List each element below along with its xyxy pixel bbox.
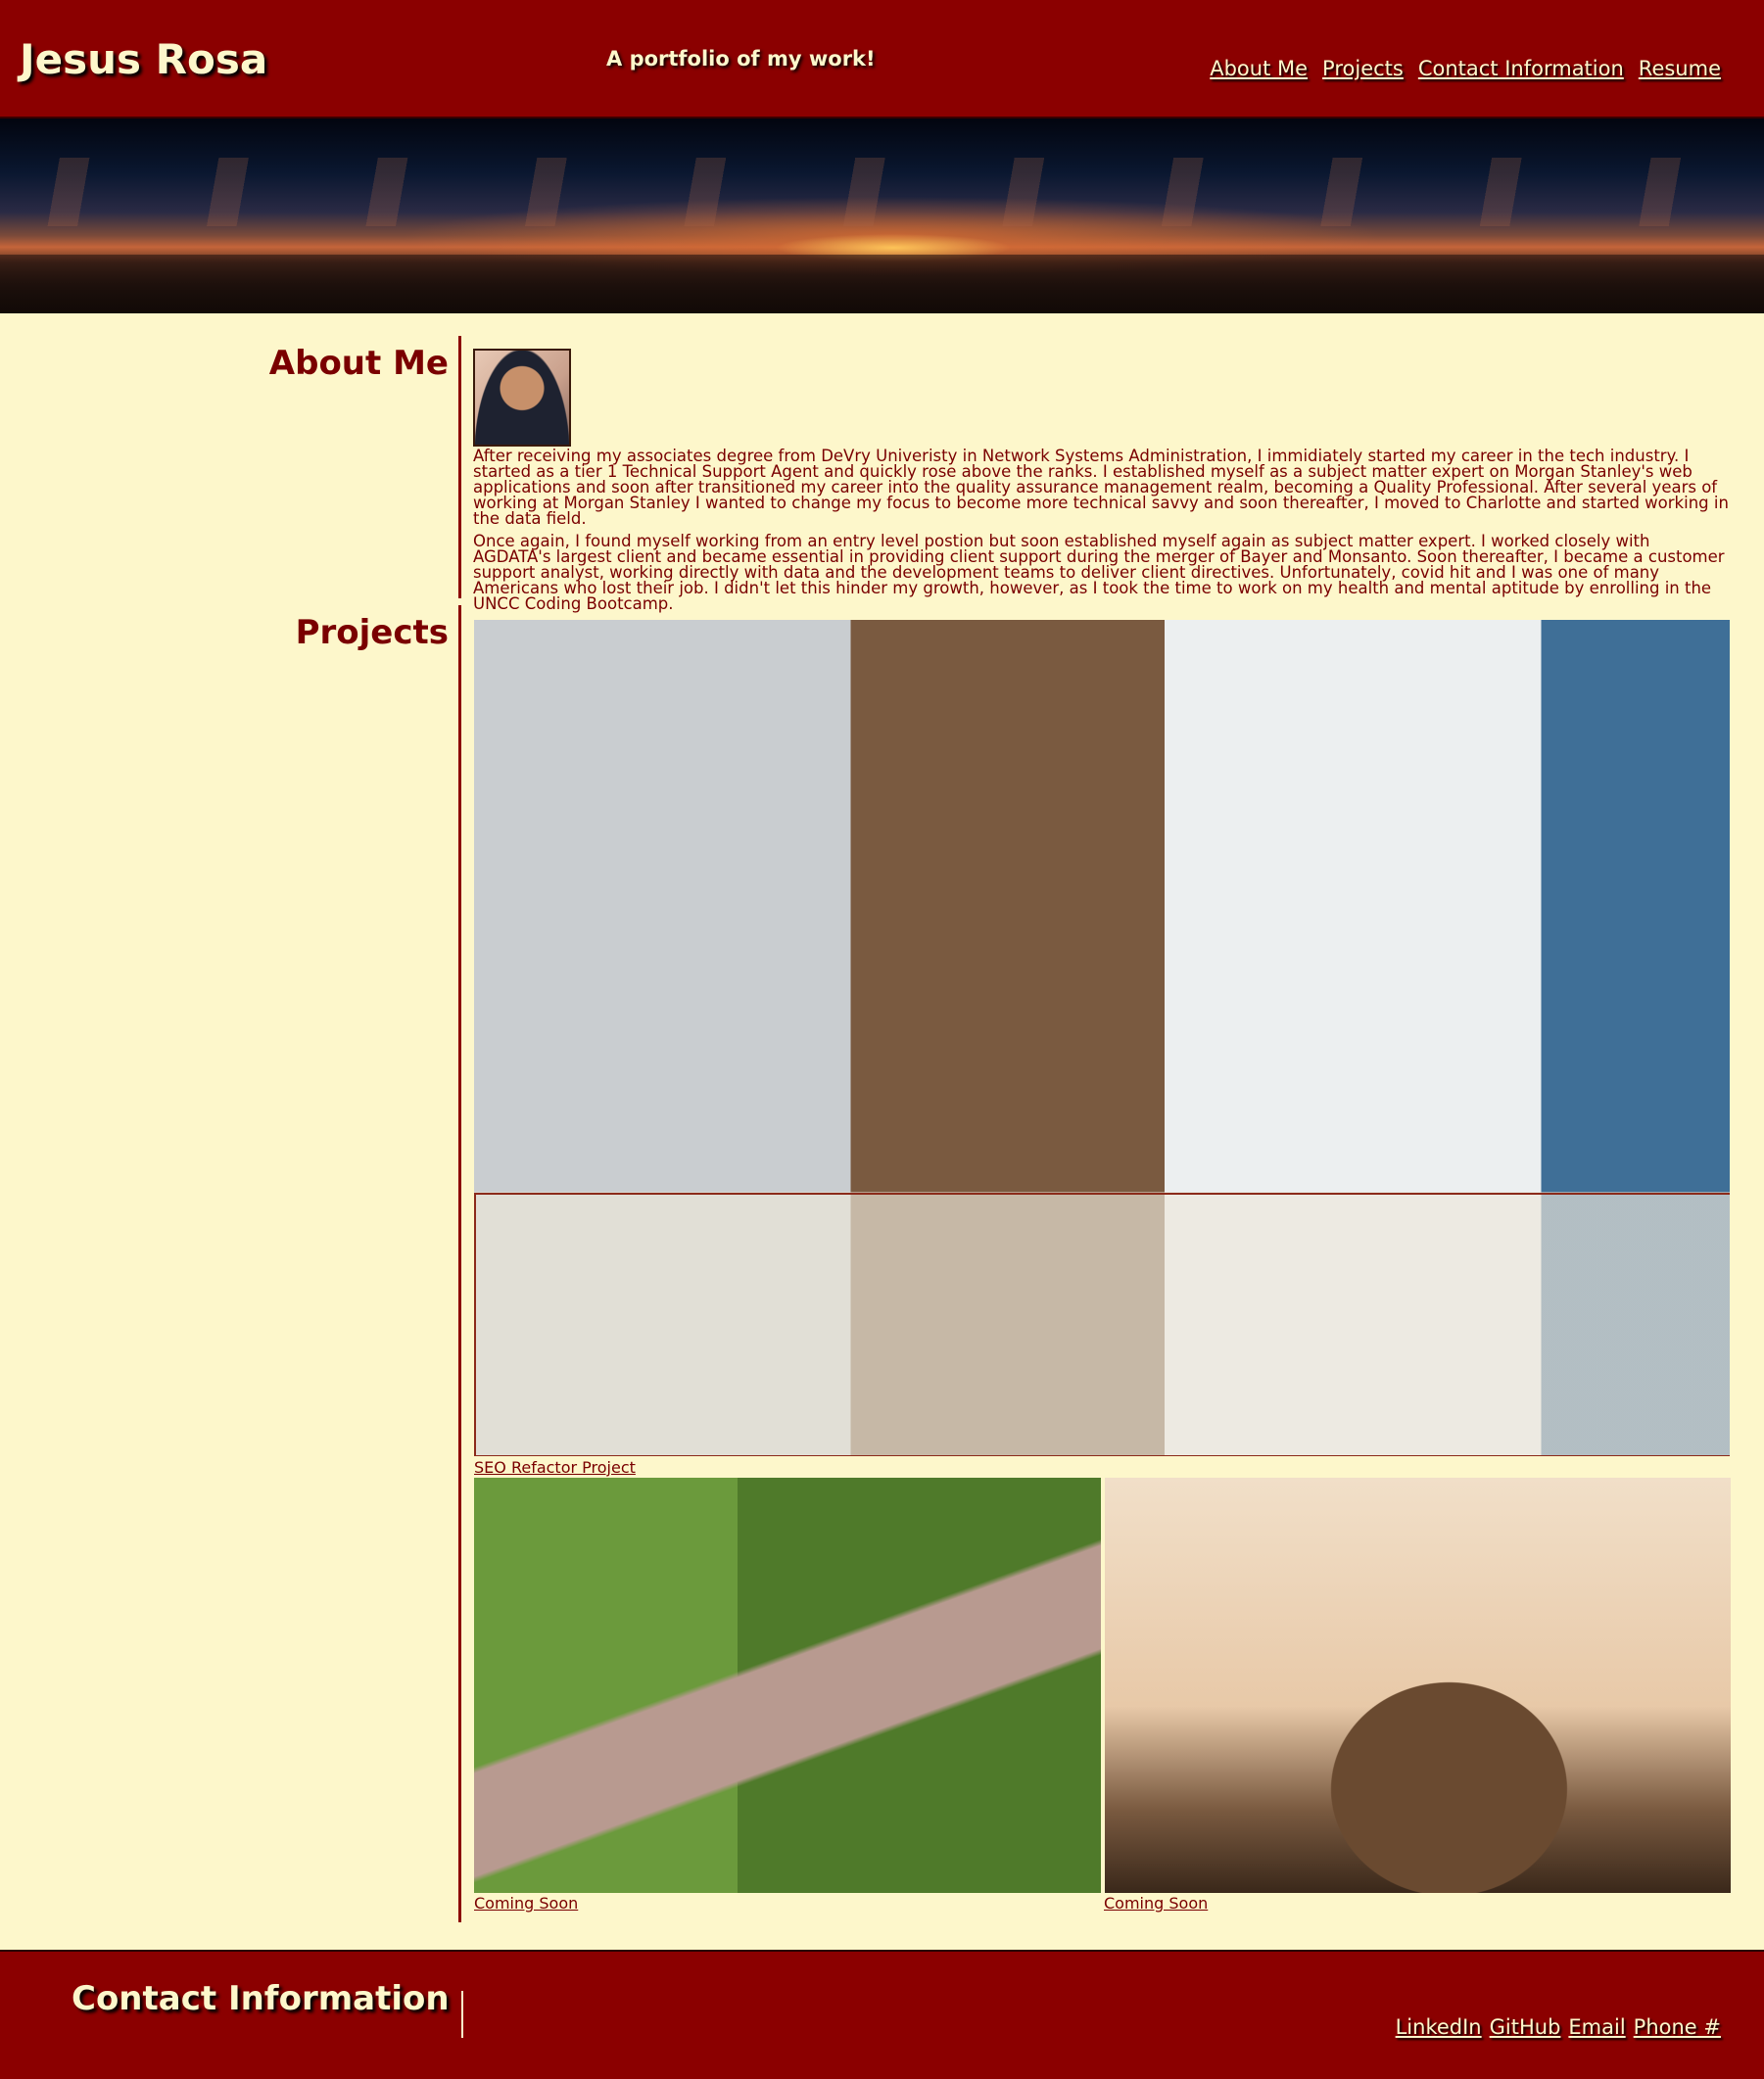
footer-links: LinkedIn GitHub Email Phone #	[1396, 2015, 1721, 2039]
project-image-open-book[interactable]	[1105, 1478, 1731, 1893]
nav-link-contact-information[interactable]: Contact Information	[1418, 57, 1624, 80]
project-link-coming-soon-2[interactable]: Coming Soon	[1104, 1894, 1208, 1913]
nav-link-resume[interactable]: Resume	[1639, 57, 1721, 80]
footer-title: Contact Information	[72, 1979, 450, 2018]
footer-link-github[interactable]: GitHub	[1490, 2015, 1561, 2039]
site-tagline: A portfolio of my work!	[606, 47, 876, 71]
footer-link-linkedin[interactable]: LinkedIn	[1396, 2015, 1482, 2039]
project-link-seo-refactor[interactable]: SEO Refactor Project	[474, 1458, 636, 1477]
project-image-forest-path[interactable]	[474, 1478, 1101, 1893]
projects-heading: Projects	[295, 613, 449, 652]
about-divider	[458, 336, 461, 598]
profile-photo	[473, 349, 571, 447]
projects-divider	[458, 605, 461, 1922]
site-header: Jesus Rosa A portfolio of my work! About…	[0, 0, 1764, 118]
bio-paragraph: After receiving my associates degree fro…	[473, 447, 1729, 528]
hero-banner-image	[0, 118, 1764, 313]
main-nav: About Me Projects Contact Information Re…	[1210, 57, 1721, 80]
hero-clouds	[0, 158, 1764, 226]
site-title: Jesus Rosa	[20, 35, 268, 83]
featured-project-image[interactable]	[474, 620, 1730, 1456]
footer-link-email[interactable]: Email	[1568, 2015, 1625, 2039]
featured-project-overlay	[474, 1193, 1730, 1456]
footer-link-phone[interactable]: Phone #	[1634, 2015, 1721, 2039]
bio-paragraph: Once again, I found myself working from …	[473, 532, 1725, 613]
about-heading: About Me	[268, 344, 449, 383]
footer-divider	[461, 1991, 463, 2038]
site-footer: Contact Information LinkedIn GitHub Emai…	[0, 1950, 1764, 2079]
project-link-coming-soon-1[interactable]: Coming Soon	[474, 1894, 578, 1913]
about-bio: After receiving my associates degree fro…	[473, 447, 1731, 619]
nav-link-projects[interactable]: Projects	[1322, 57, 1404, 80]
hero-hills	[0, 255, 1764, 313]
nav-link-about-me[interactable]: About Me	[1210, 57, 1308, 80]
